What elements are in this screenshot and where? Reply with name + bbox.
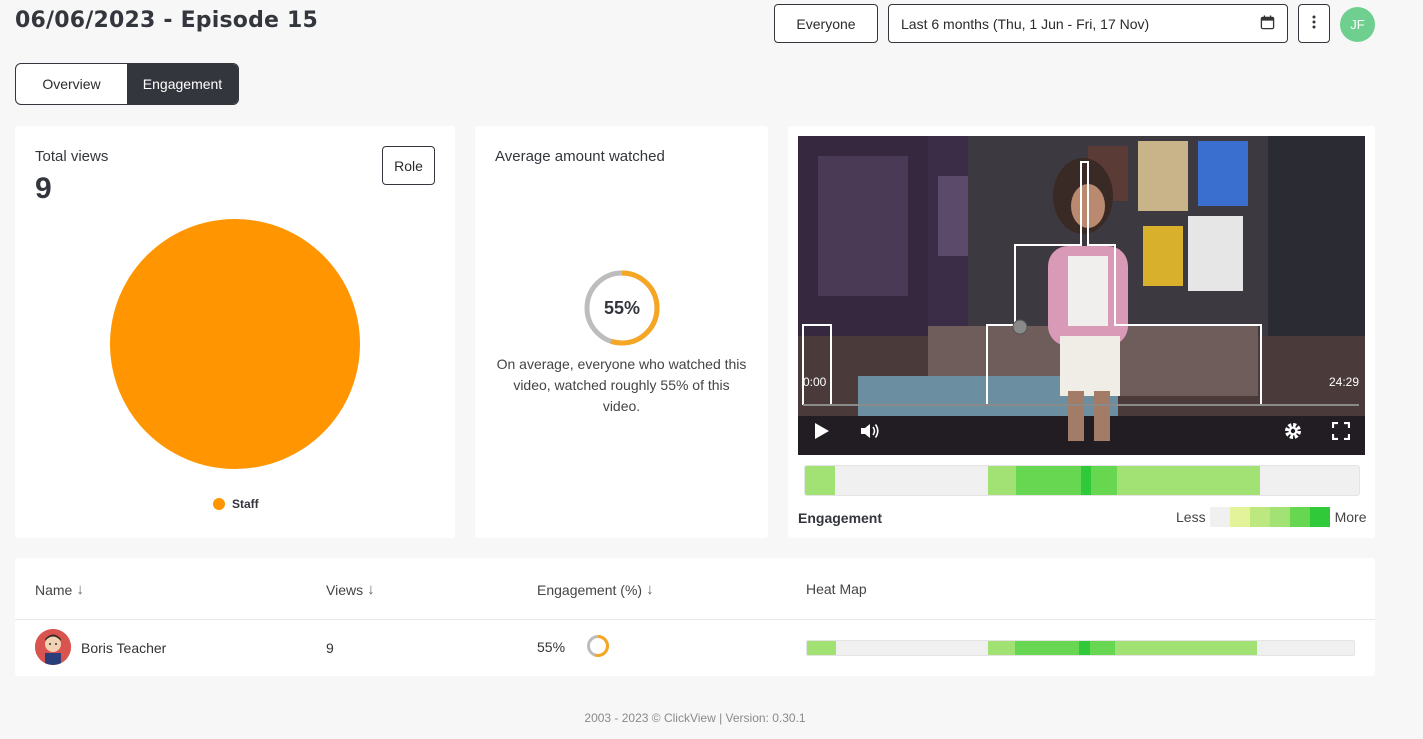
scale-swatch — [1289, 507, 1310, 527]
legend-label-staff: Staff — [232, 497, 259, 511]
audience-filter-button[interactable]: Everyone — [774, 4, 878, 43]
video-frame — [798, 136, 1365, 455]
video-time-end: 24:29 — [1328, 375, 1359, 389]
scale-swatch — [1249, 507, 1270, 527]
view-tabs: Overview Engagement — [15, 63, 239, 105]
video-time-start: 0:00 — [803, 375, 827, 389]
page-title: 06/06/2023 - Episode 15 — [15, 8, 319, 33]
column-header-name-label: Name — [35, 581, 73, 598]
heat-segment — [987, 466, 1016, 495]
column-header-views[interactable]: Views ↓ — [326, 581, 375, 598]
heat-segment — [1079, 641, 1090, 655]
sort-down-icon: ↓ — [367, 581, 375, 598]
heat-segment — [1014, 641, 1080, 655]
scale-more-label: More — [1334, 509, 1367, 525]
heat-segment — [987, 641, 1015, 655]
average-watched-description: On average, everyone who watched this vi… — [496, 356, 747, 414]
user-avatar[interactable]: JF — [1340, 7, 1375, 42]
engagement-label: Engagement — [798, 510, 883, 526]
average-watched-title: Average amount watched — [495, 148, 665, 165]
row-views: 9 — [326, 640, 334, 656]
heat-segment — [1114, 641, 1257, 655]
average-watched-percent: 55% — [603, 297, 641, 318]
total-views-title: Total views — [35, 148, 109, 165]
role-button[interactable]: Role — [382, 146, 435, 185]
scale-swatch — [1209, 507, 1230, 527]
row-heat-map — [806, 640, 1355, 656]
scale-swatch — [1309, 507, 1330, 527]
table-divider — [15, 619, 1375, 620]
heat-segment — [805, 466, 835, 495]
legend-swatch-staff — [213, 498, 225, 510]
calendar-icon — [1260, 14, 1275, 33]
column-header-heatmap-label: Heat Map — [806, 581, 867, 597]
total-views-value: 9 — [35, 172, 52, 205]
video-player[interactable]: 0:00 24:29 — [798, 136, 1365, 455]
heat-segment — [1089, 641, 1115, 655]
kebab-menu-icon — [1312, 15, 1316, 32]
avatar — [35, 629, 71, 665]
average-watched-card: Average amount watched 55% On average, e… — [475, 126, 768, 538]
heat-segment — [1117, 466, 1261, 495]
column-header-engagement-label: Engagement (%) — [537, 581, 643, 598]
engagement-scale-legend: Less More — [1176, 507, 1366, 527]
date-range-label: Last 6 months (Thu, 1 Jun - Fri, 17 Nov) — [901, 15, 1150, 32]
tab-engagement[interactable]: Engagement — [127, 64, 238, 104]
column-header-engagement[interactable]: Engagement (%) ↓ — [537, 581, 654, 598]
sort-down-icon: ↓ — [646, 581, 654, 598]
tab-overview[interactable]: Overview — [16, 64, 127, 104]
row-engagement: 55% — [537, 639, 566, 655]
average-watched-ring: 55% — [583, 269, 661, 347]
heat-segment — [807, 641, 836, 655]
heat-segment — [1081, 466, 1092, 495]
heat-segment — [1015, 466, 1082, 495]
sort-down-icon: ↓ — [76, 581, 84, 598]
column-header-views-label: Views — [326, 581, 364, 598]
views-pie-chart — [110, 219, 360, 469]
column-header-name[interactable]: Name ↓ — [35, 581, 84, 598]
more-options-button[interactable] — [1298, 4, 1330, 43]
video-card: 0:00 24:29 Engagement Less More — [788, 126, 1375, 538]
footer: 2003 - 2023 © ClickView | Version: 0.30.… — [584, 711, 806, 725]
viewers-table: Name ↓ Views ↓ Engagement (%) ↓ Heat Map Bo… — [15, 558, 1375, 676]
heat-segment — [1091, 466, 1118, 495]
engagement-heat-bar — [804, 465, 1360, 496]
row-engagement-ring — [586, 634, 610, 658]
fullscreen-icon[interactable] — [1331, 421, 1351, 445]
column-header-heatmap: Heat Map — [806, 581, 867, 597]
date-range-picker[interactable]: Last 6 months (Thu, 1 Jun - Fri, 17 Nov) — [888, 4, 1288, 43]
scale-swatch — [1269, 507, 1290, 527]
volume-icon[interactable] — [860, 422, 880, 445]
pie-legend: Staff — [213, 497, 259, 511]
row-name[interactable]: Boris Teacher — [81, 640, 166, 656]
play-icon[interactable] — [814, 422, 830, 445]
scale-swatch — [1229, 507, 1250, 527]
gear-icon[interactable] — [1283, 421, 1303, 446]
total-views-card: Total views 9 Role Staff — [15, 126, 455, 538]
scale-less-label: Less — [1176, 509, 1206, 525]
